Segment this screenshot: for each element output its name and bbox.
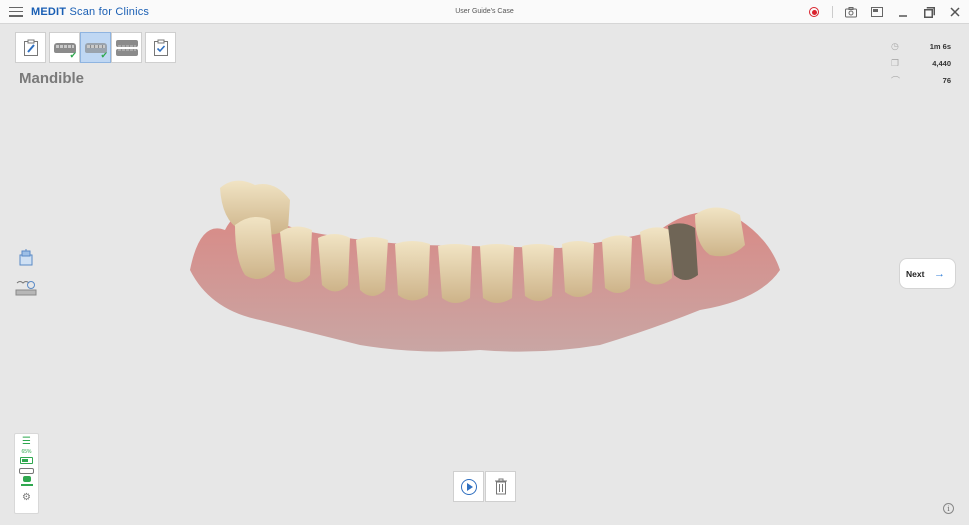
signal-icon: ⌒ [891,76,901,86]
stage-maxilla-button[interactable]: ✔ [49,32,80,63]
stage-note-button[interactable] [15,32,46,63]
mini-window-icon[interactable] [869,4,885,20]
stat-time-value: 1m 6s [929,42,951,51]
stage-title: Mandible [19,70,85,87]
window-controls [806,3,963,21]
divider [832,6,833,18]
close-icon[interactable] [947,4,963,20]
occlusion-icon [115,39,138,56]
pencil-icon [23,39,38,56]
side-toolbar [15,248,37,298]
wifi-percent: 65% [21,449,32,455]
stage-review-button[interactable] [145,32,176,63]
stage-occlusion-button[interactable] [111,32,142,63]
scan-tool-icon [19,249,33,266]
delete-button[interactable] [485,471,516,502]
check-icon: ✔ [69,50,77,60]
app-logo: MEDIT Scan for Clinics [31,6,149,18]
gear-icon[interactable]: ⚙ [22,492,31,503]
next-button[interactable]: Next → [899,258,956,289]
info-icon[interactable]: i [943,503,954,514]
next-label: Next [906,268,925,279]
stage-mandible-button[interactable]: ✔ [80,32,111,63]
checklist-icon [153,39,168,56]
menu-icon[interactable] [9,6,23,17]
battery-icon [20,457,33,464]
connection-icon [22,476,31,482]
scanner-icon [19,468,34,474]
wifi-icon: ☰ [22,436,31,447]
tooth-select-button[interactable] [15,278,37,298]
play-button[interactable] [453,471,484,502]
screenshot-icon[interactable] [843,4,859,20]
clock-icon: ◷ [891,41,899,51]
brand-name: MEDIT [31,5,67,18]
scan-3d-viewport[interactable] [180,160,790,360]
frames-icon: ❐ [891,58,900,68]
stat-rate-value: 76 [942,76,951,85]
scan-tool-button[interactable] [15,248,37,268]
device-status-panel: ☰ 65% ⚙ [14,433,39,514]
play-icon [460,478,477,495]
app-name: Scan for Clinics [69,5,150,18]
stat-time: ◷ 1m 6s [891,38,951,55]
bottom-toolbar [453,471,517,502]
record-icon[interactable] [806,4,822,20]
title-bar: MEDIT Scan for Clinics User Guide's Case [0,0,969,24]
stat-rate: ⌒ 76 [891,72,951,89]
status-bar-icon [20,484,33,486]
stat-frames-value: 4,440 [932,59,951,68]
tooth-select-icon [15,281,37,296]
check-icon: ✔ [100,50,108,60]
scan-stats: ◷ 1m 6s ❐ 4,440 ⌒ 76 [891,38,951,89]
stage-toolbar: ✔ ✔ [15,32,179,63]
restore-icon[interactable] [921,4,937,20]
stat-frames: ❐ 4,440 [891,55,951,72]
trash-icon [494,478,507,495]
arrow-right-icon: → [934,267,945,280]
minimize-icon[interactable] [895,4,911,20]
